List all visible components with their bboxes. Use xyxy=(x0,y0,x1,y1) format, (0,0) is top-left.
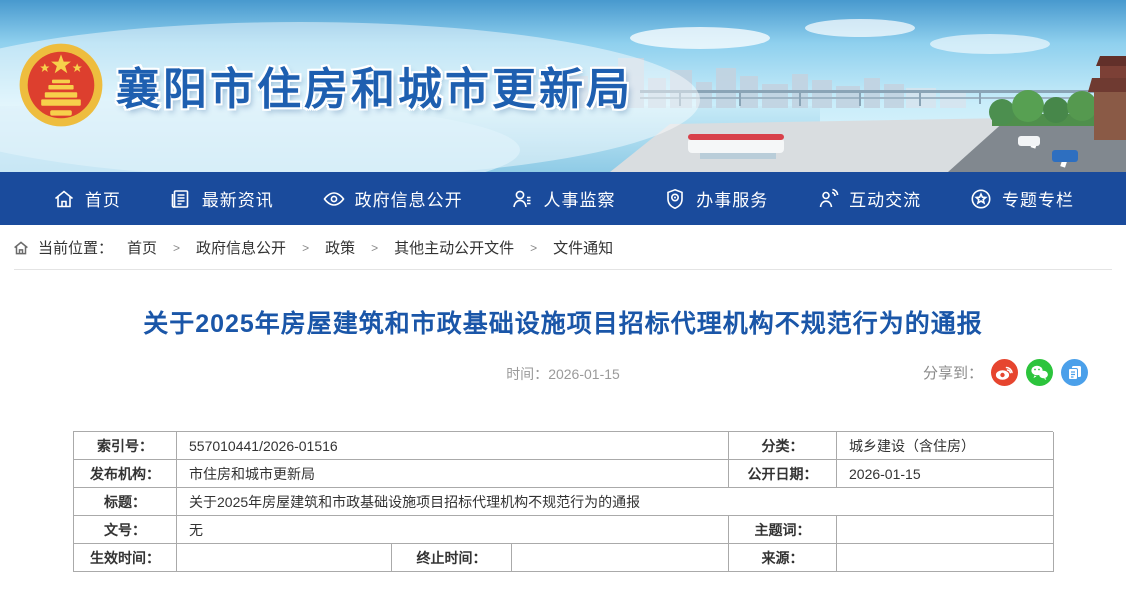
breadcrumb-link-home[interactable]: 首页 xyxy=(127,237,157,258)
keywords-label: 主题词： xyxy=(729,516,837,544)
article-meta-row: 时间：2026-01-15 分享到： xyxy=(0,359,1126,389)
breadcrumb-link-other-public-docs[interactable]: 其他主动公开文件 xyxy=(394,237,514,258)
site-logo-link[interactable]: 襄阳市住房和城市更新局 xyxy=(16,40,633,130)
national-emblem-icon xyxy=(16,40,106,130)
doc-number-value: 无 xyxy=(177,516,729,544)
breadcrumb-separator: > xyxy=(173,241,180,255)
person-icon xyxy=(510,187,534,211)
nav-item-label: 政府信息公开 xyxy=(355,186,463,211)
nav-item-interaction[interactable]: 互动交流 xyxy=(816,186,921,211)
nav-item-news[interactable]: 最新资讯 xyxy=(169,186,274,211)
category-label: 分类： xyxy=(729,432,837,460)
end-date-label: 终止时间： xyxy=(392,544,512,572)
nav-item-label: 人事监察 xyxy=(543,186,615,211)
breadcrumb-link-policy[interactable]: 政策 xyxy=(325,237,355,258)
share-weibo-button[interactable] xyxy=(991,359,1018,386)
breadcrumb-link-info-disclosure[interactable]: 政府信息公开 xyxy=(196,237,286,258)
share-copy-link-button[interactable] xyxy=(1061,359,1088,386)
newspaper-icon xyxy=(169,187,193,211)
nav-item-label: 首页 xyxy=(85,186,121,211)
site-banner: 襄阳市住房和城市更新局 xyxy=(0,0,1126,172)
breadcrumb-prefix: 当前位置： xyxy=(38,237,113,258)
end-date-value xyxy=(512,544,729,572)
breadcrumb-separator: > xyxy=(302,241,309,255)
nav-item-special-topics[interactable]: 专题专栏 xyxy=(969,186,1074,211)
keywords-value xyxy=(837,516,1054,544)
breadcrumb: 当前位置： 首页 > 政府信息公开 > 政策 > 其他主动公开文件 > 文件通知 xyxy=(0,225,1126,270)
index-number-value: 557010441/2026-01516 xyxy=(177,432,729,460)
weibo-share-icon xyxy=(991,359,1018,386)
time-value: 2026-01-15 xyxy=(548,366,620,382)
share-wechat-button[interactable] xyxy=(1026,359,1053,386)
wechat-share-icon xyxy=(1026,359,1053,386)
publish-date-value: 2026-01-15 xyxy=(837,460,1054,488)
breadcrumb-separator: > xyxy=(530,241,537,255)
nav-item-home[interactable]: 首页 xyxy=(52,186,121,211)
copy-link-share-icon xyxy=(1061,359,1088,386)
home-icon xyxy=(52,187,76,211)
doc-number-label: 文号： xyxy=(74,516,177,544)
article-content: 关于2025年房屋建筑和市政基础设施项目招标代理机构不规范行为的通报 时间：20… xyxy=(0,304,1126,572)
issuing-agency-value: 市住房和城市更新局 xyxy=(177,460,729,488)
effective-date-value xyxy=(177,544,392,572)
source-value xyxy=(837,544,1054,572)
nav-item-label: 办事服务 xyxy=(696,186,768,211)
time-label: 时间： xyxy=(506,366,548,382)
share-bar: 分享到： xyxy=(923,359,1088,386)
doc-title-label: 标题： xyxy=(74,488,177,516)
doc-title-value: 关于2025年房屋建筑和市政基础设施项目招标代理机构不规范行为的通报 xyxy=(177,488,1054,516)
nav-item-label: 最新资讯 xyxy=(202,186,274,211)
nav-item-label: 互动交流 xyxy=(849,186,921,211)
nav-item-personnel[interactable]: 人事监察 xyxy=(510,186,615,211)
effective-date-label: 生效时间： xyxy=(74,544,177,572)
issuing-agency-label: 发布机构： xyxy=(74,460,177,488)
star-circle-icon xyxy=(969,187,993,211)
breadcrumb-separator: > xyxy=(371,241,378,255)
nav-item-label: 专题专栏 xyxy=(1002,186,1074,211)
source-label: 来源： xyxy=(729,544,837,572)
category-value: 城乡建设（含住房） xyxy=(837,432,1054,460)
publish-date-label: 公开日期： xyxy=(729,460,837,488)
site-title: 襄阳市住房和城市更新局 xyxy=(116,53,633,117)
breadcrumb-link-document-notice[interactable]: 文件通知 xyxy=(553,237,613,258)
main-nav: 首页 最新资讯 政府信息公开 人事监察 办事服务 互动交流 专题专栏 xyxy=(0,172,1126,225)
home-outline-icon xyxy=(12,239,30,257)
share-label: 分享到： xyxy=(923,362,983,383)
nav-item-info-disclosure[interactable]: 政府信息公开 xyxy=(322,186,463,211)
index-number-label: 索引号： xyxy=(74,432,177,460)
shield-icon xyxy=(663,187,687,211)
article-title: 关于2025年房屋建筑和市政基础设施项目招标代理机构不规范行为的通报 xyxy=(70,304,1056,340)
people-chat-icon xyxy=(816,187,840,211)
nav-item-services[interactable]: 办事服务 xyxy=(663,186,768,211)
document-meta-table: 索引号： 557010441/2026-01516 分类： 城乡建设（含住房） … xyxy=(73,431,1053,572)
eye-icon xyxy=(322,187,346,211)
